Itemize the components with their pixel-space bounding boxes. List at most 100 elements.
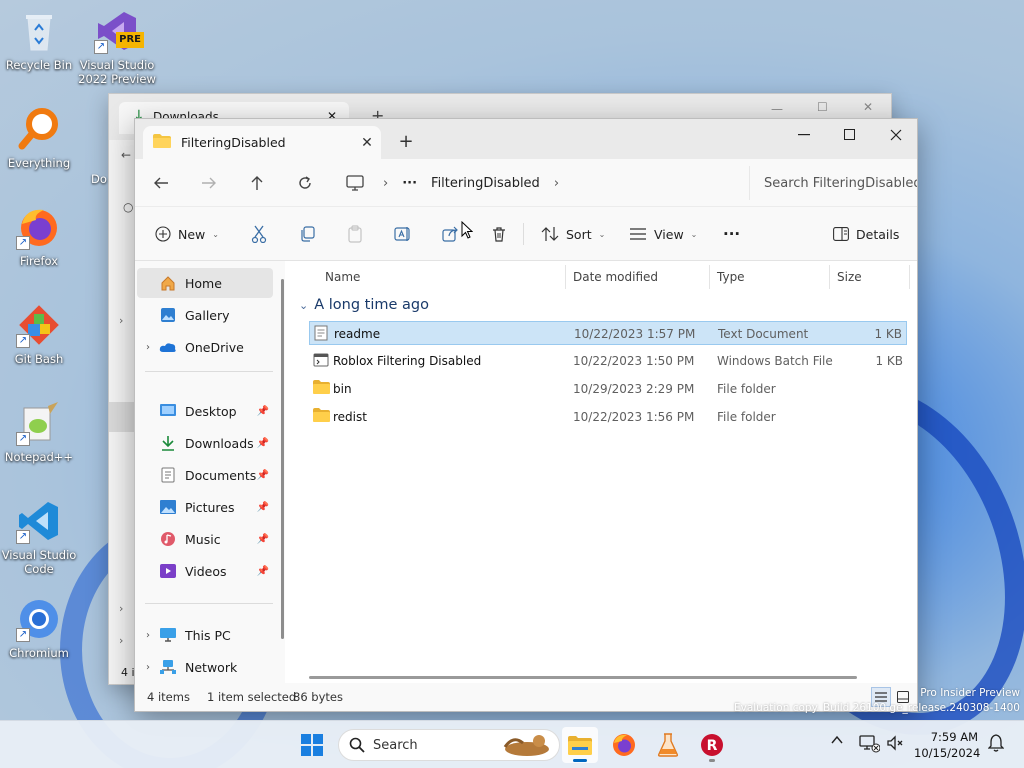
rename-button[interactable]	[393, 220, 413, 248]
taskbar-search[interactable]: Search	[338, 729, 560, 761]
firefox-icon	[613, 734, 635, 756]
this-pc-crumb-button[interactable]	[339, 169, 371, 197]
tab-close-icon[interactable]: ✕	[353, 135, 381, 151]
column-header-name[interactable]: Name	[325, 270, 360, 284]
sidebar-item-videos[interactable]: Videos 📌	[137, 556, 273, 586]
pin-icon[interactable]: 📌	[257, 566, 269, 577]
cut-button[interactable]	[249, 220, 269, 248]
pictures-icon	[159, 498, 177, 516]
notification-bell-icon[interactable]	[987, 734, 1005, 756]
desktop-icon-notepad-plus-plus[interactable]: ↗ Notepad++	[0, 400, 78, 464]
system-clock[interactable]: 7:59 AM 10/15/2024	[914, 729, 980, 761]
maximize-icon[interactable]: ☐	[817, 100, 828, 114]
sidebar-item-onedrive[interactable]: › OneDrive	[137, 332, 273, 362]
sort-button[interactable]: Sort ⌄	[541, 220, 605, 248]
file-row-roblox-filtering-disabled[interactable]: Roblox Filtering Disabled 10/22/2023 1:5…	[309, 349, 907, 373]
nav-scrollbar[interactable]	[281, 279, 284, 639]
tab-filteringdisabled[interactable]: FilteringDisabled ✕	[143, 126, 381, 159]
forward-button[interactable]	[193, 169, 225, 197]
horizontal-scrollbar[interactable]	[309, 676, 857, 679]
new-tab-icon[interactable]: +	[393, 129, 419, 155]
minimize-icon[interactable]: —	[771, 102, 783, 116]
column-separator[interactable]	[709, 265, 710, 289]
sidebar-item-network[interactable]: › Network	[137, 652, 273, 682]
taskbar-app-flask[interactable]	[650, 727, 686, 763]
share-button[interactable]	[441, 220, 461, 248]
pin-icon[interactable]: 📌	[257, 438, 269, 449]
file-date: 10/22/2023 1:50 PM	[573, 354, 695, 368]
paste-button[interactable]	[345, 220, 365, 248]
pin-icon[interactable]: 📌	[257, 534, 269, 545]
refresh-button[interactable]	[289, 169, 321, 197]
desktop-icon-visual-studio-2022[interactable]: PRE ↗ Visual Studio 2022 Preview	[78, 8, 156, 86]
show-hidden-icons-chevron-up-icon[interactable]	[830, 733, 844, 751]
close-icon[interactable]: ✕	[863, 100, 873, 114]
close-icon	[890, 129, 902, 141]
taskbar-firefox[interactable]	[606, 727, 642, 763]
desktop-icon-firefox[interactable]: ↗ Firefox	[0, 204, 78, 268]
visual-studio-icon: PRE ↗	[94, 8, 144, 54]
column-separator[interactable]	[565, 265, 566, 289]
delete-button[interactable]	[489, 220, 509, 248]
column-separator[interactable]	[909, 265, 910, 289]
desktop-icon-label: Everything	[7, 156, 71, 170]
file-row-bin[interactable]: bin 10/29/2023 2:29 PM File folder	[309, 377, 907, 401]
sidebar-item-desktop[interactable]: Desktop 📌	[137, 396, 273, 426]
videos-icon	[159, 562, 177, 580]
start-button[interactable]	[294, 727, 330, 763]
chevron-right-icon[interactable]: ›	[383, 176, 388, 191]
view-button[interactable]: View ⌄	[629, 220, 697, 248]
back-button[interactable]	[145, 169, 177, 197]
network-status-icon[interactable]	[858, 734, 881, 758]
new-button[interactable]: New ⌄	[155, 220, 219, 248]
copy-button[interactable]	[297, 220, 317, 248]
close-button[interactable]	[873, 119, 919, 151]
taskbar-file-explorer[interactable]	[562, 727, 598, 763]
details-pane-button[interactable]: Details	[833, 220, 899, 248]
breadcrumb-more[interactable]: ···	[402, 176, 417, 191]
sidebar-item-pictures[interactable]: Pictures 📌	[137, 492, 273, 522]
file-row-readme[interactable]: readme 10/22/2023 1:57 PM Text Document …	[309, 321, 907, 345]
desktop-icon-vscode[interactable]: ↗ Visual Studio Code	[0, 498, 78, 576]
navigation-pane: Home Gallery › OneDrive Desktop 📌 Downlo…	[135, 261, 285, 685]
cloud-icon	[159, 338, 177, 356]
pin-icon[interactable]: 📌	[257, 406, 269, 417]
chevron-right-icon[interactable]: ›	[137, 662, 159, 673]
nav-separator	[145, 603, 273, 604]
sidebar-item-downloads[interactable]: Downloads 📌	[137, 428, 273, 458]
desktop-icon-chromium[interactable]: ↗ Chromium	[0, 596, 78, 660]
column-header-date[interactable]: Date modified	[573, 270, 658, 284]
column-separator[interactable]	[829, 265, 830, 289]
volume-muted-icon[interactable]	[886, 734, 904, 756]
up-button[interactable]	[241, 169, 273, 197]
desktop-icon-git-bash[interactable]: ↗ Git Bash	[0, 302, 78, 366]
pin-icon[interactable]: 📌	[257, 470, 269, 481]
taskbar-roblox[interactable]: R	[694, 727, 730, 763]
new-label: New	[178, 226, 206, 242]
chevron-right-icon[interactable]: ›	[137, 630, 159, 641]
more-options-button[interactable]: ···	[723, 220, 740, 248]
sidebar-item-documents[interactable]: Documents 📌	[137, 460, 273, 490]
file-size: 1 KB	[874, 327, 902, 341]
group-header[interactable]: ⌄ A long time ago	[299, 297, 429, 313]
sidebar-item-this-pc[interactable]: › This PC	[137, 620, 273, 650]
minimize-button[interactable]	[781, 119, 827, 151]
search-input[interactable]: Search FilteringDisabled	[749, 166, 917, 200]
chevron-right-icon[interactable]: ›	[554, 176, 559, 191]
sidebar-item-home[interactable]: Home	[137, 268, 273, 298]
column-header-type[interactable]: Type	[717, 270, 745, 284]
column-header-size[interactable]: Size	[837, 270, 862, 284]
maximize-button[interactable]	[827, 119, 873, 151]
desktop-icon-everything[interactable]: Everything	[0, 106, 78, 170]
pin-icon[interactable]: 📌	[257, 502, 269, 513]
chevron-right-icon[interactable]: ›	[137, 342, 159, 353]
sidebar-item-music[interactable]: Music 📌	[137, 524, 273, 554]
explorer-window[interactable]: FilteringDisabled ✕ + › ··· FilteringDis…	[134, 118, 918, 712]
watermark-line-2: Evaluation copy. Build 26100.ge_release.…	[733, 702, 1020, 714]
desktop-icon-recycle-bin[interactable]: Recycle Bin	[0, 8, 78, 72]
breadcrumb-current[interactable]: FilteringDisabled	[431, 176, 540, 191]
sidebar-item-label: OneDrive	[185, 339, 244, 355]
title-bar[interactable]: FilteringDisabled ✕ +	[135, 119, 917, 159]
sidebar-item-gallery[interactable]: Gallery	[137, 300, 273, 330]
file-row-redist[interactable]: redist 10/22/2023 1:56 PM File folder	[309, 405, 907, 429]
